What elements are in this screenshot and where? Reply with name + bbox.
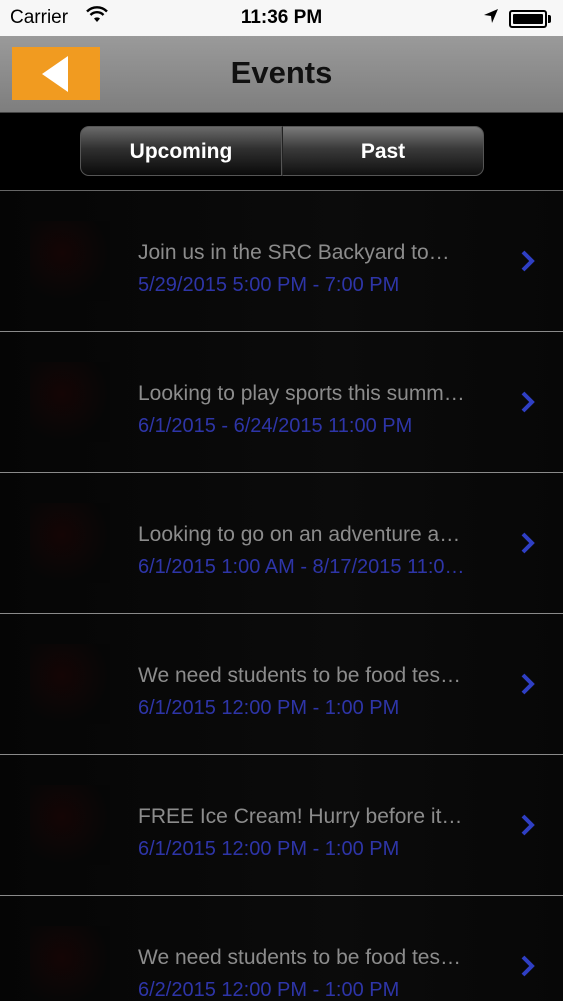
chevron-right-icon	[521, 532, 535, 554]
event-date: 6/1/2015 - 6/24/2015 11:00 PM	[138, 415, 413, 437]
navigation-bar: Events	[0, 36, 563, 113]
event-date: 6/2/2015 12:00 PM - 1:00 PM	[138, 979, 400, 1001]
event-date: 5/29/2015 5:00 PM - 7:00 PM	[138, 274, 400, 296]
events-segmented-control: Upcoming Past	[80, 126, 484, 176]
event-date: 6/1/2015 1:00 AM - 8/17/2015 11:0…	[138, 556, 465, 578]
event-thumbnail	[30, 221, 110, 301]
event-title: We need students to be food tes…	[138, 664, 461, 687]
event-row[interactable]: FREE Ice Cream! Hurry before it… 6/1/201…	[0, 755, 563, 896]
chevron-right-icon	[521, 673, 535, 695]
event-row[interactable]: We need students to be food tes… 6/2/201…	[0, 896, 563, 1001]
location-arrow-icon	[483, 8, 499, 30]
event-date: 6/1/2015 12:00 PM - 1:00 PM	[138, 838, 400, 860]
battery-icon	[509, 10, 551, 28]
clock: 11:36 PM	[240, 7, 323, 28]
chevron-right-icon	[521, 250, 535, 272]
chevron-right-icon	[521, 955, 535, 977]
event-row[interactable]: Join us in the SRC Backyard to… 5/29/201…	[0, 191, 563, 332]
event-title: We need students to be food tes…	[138, 946, 461, 969]
events-list: Join us in the SRC Backyard to… 5/29/201…	[0, 190, 563, 1001]
event-thumbnail	[30, 644, 110, 724]
event-thumbnail	[30, 503, 110, 583]
event-row[interactable]: Looking to go on an adventure a… 6/1/201…	[0, 473, 563, 614]
event-row[interactable]: We need students to be food tes… 6/1/201…	[0, 614, 563, 755]
tab-upcoming[interactable]: Upcoming	[80, 126, 282, 176]
chevron-right-icon	[521, 391, 535, 413]
page-title: Events	[230, 55, 333, 90]
event-row[interactable]: Looking to play sports this summ… 6/1/20…	[0, 332, 563, 473]
event-date: 6/1/2015 12:00 PM - 1:00 PM	[138, 697, 400, 719]
status-bar: Carrier 11:36 PM	[0, 0, 563, 36]
event-thumbnail	[30, 785, 110, 865]
event-title: Looking to play sports this summ…	[138, 382, 465, 405]
chevron-right-icon	[521, 814, 535, 836]
tab-past[interactable]: Past	[282, 126, 484, 176]
event-thumbnail	[30, 926, 110, 1001]
event-title: Join us in the SRC Backyard to…	[138, 241, 450, 264]
event-title: Looking to go on an adventure a…	[138, 523, 461, 546]
event-thumbnail	[30, 362, 110, 442]
event-title: FREE Ice Cream! Hurry before it…	[138, 805, 463, 828]
